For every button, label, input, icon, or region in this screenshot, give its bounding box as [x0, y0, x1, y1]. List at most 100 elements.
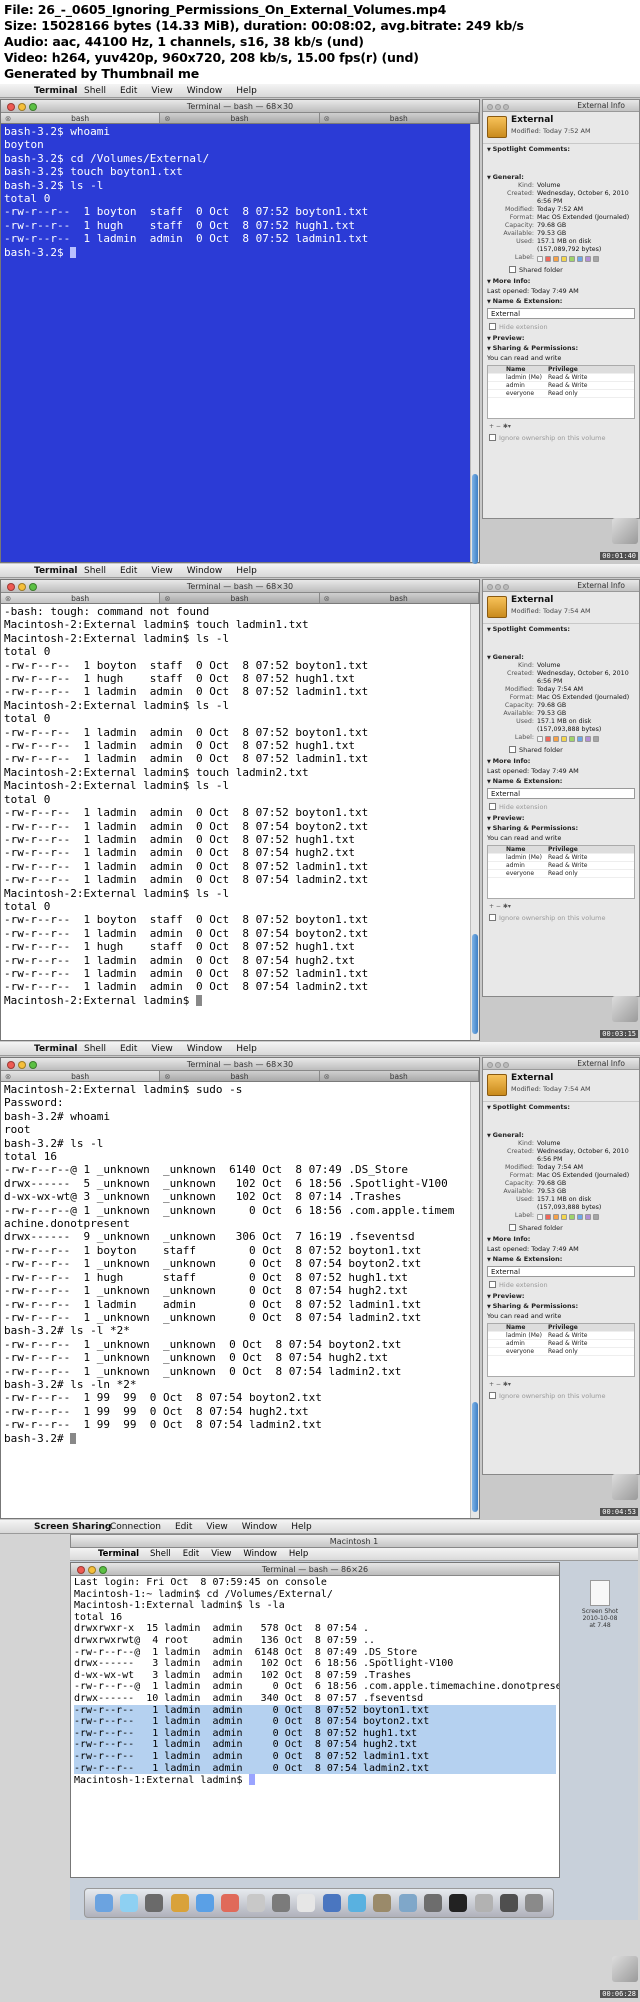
name-extension-section[interactable]: Name & Extension: — [483, 296, 639, 306]
tab-close-icon[interactable]: ⊗ — [324, 113, 330, 124]
dock-app-icon[interactable] — [322, 1894, 341, 1912]
dock-app-icon[interactable] — [246, 1894, 265, 1912]
dock-app-icon[interactable] — [221, 1894, 240, 1912]
menu-view[interactable]: View — [151, 1044, 172, 1054]
zoom-button[interactable] — [29, 1061, 37, 1069]
label-color-swatch[interactable] — [545, 1214, 551, 1220]
terminal-output[interactable]: -bash: tough: command not found Macintos… — [1, 604, 479, 1040]
minimize-button[interactable] — [495, 104, 501, 110]
close-button[interactable] — [487, 104, 493, 110]
terminal-window[interactable]: Terminal — bash — 68×30 ⊗ bash ⊗ bash ⊗ bash … — [0, 1057, 480, 1519]
label-colors[interactable] — [537, 1212, 635, 1222]
desktop-file-icon[interactable]: Screen Shot 2010-10-08 at 7.48 — [580, 1580, 620, 1629]
shared-folder-checkbox[interactable]: Shared folder — [483, 744, 639, 756]
general-section[interactable]: General: — [483, 652, 639, 662]
terminal-tab[interactable]: ⊗ bash — [1, 1071, 161, 1081]
ignore-ownership-checkbox[interactable]: Ignore ownership on this volume — [483, 432, 639, 444]
remote-menu-edit[interactable]: Edit — [183, 1549, 199, 1559]
label-color-swatch[interactable] — [585, 1214, 591, 1220]
general-section[interactable]: General: — [483, 1130, 639, 1140]
info-panel-titlebar[interactable]: External Info — [483, 100, 639, 112]
terminal-scrollbar[interactable] — [470, 1082, 479, 1518]
screen-sharing-titlebar[interactable]: Macintosh 1 — [70, 1534, 638, 1548]
scrollbar-thumb[interactable] — [472, 1402, 478, 1512]
shared-folder-checkbox[interactable]: Shared folder — [483, 264, 639, 276]
close-button[interactable] — [487, 584, 493, 590]
hide-extension-checkbox[interactable]: Hide extension — [483, 801, 639, 813]
permissions-buttons[interactable]: + − ✱▾ — [483, 1379, 639, 1390]
dock-app-icon[interactable] — [297, 1894, 316, 1912]
menu-window[interactable]: Window — [187, 566, 223, 576]
permissions-buttons[interactable]: + − ✱▾ — [483, 901, 639, 912]
terminal-output[interactable]: bash-3.2$ whoami boyton bash-3.2$ cd /Vo… — [1, 124, 479, 562]
name-extension-section[interactable]: Name & Extension: — [483, 776, 639, 786]
tab-close-icon[interactable]: ⊗ — [164, 593, 170, 604]
scrollbar-thumb[interactable] — [472, 474, 478, 564]
menu-edit[interactable]: Edit — [120, 566, 137, 576]
dock-app-icon[interactable] — [195, 1894, 214, 1912]
label-color-swatch[interactable] — [561, 1214, 567, 1220]
zoom-button[interactable] — [99, 1566, 107, 1574]
name-field[interactable]: External — [487, 308, 635, 319]
label-color-swatch[interactable] — [593, 256, 599, 262]
more-info-section[interactable]: More Info: — [483, 1234, 639, 1244]
menu-edit[interactable]: Edit — [120, 86, 137, 96]
dock-app-icon[interactable] — [398, 1894, 417, 1912]
zoom-button[interactable] — [503, 104, 509, 110]
menu-shell[interactable]: Shell — [84, 1044, 106, 1054]
permission-row[interactable]: admin Read & Write — [488, 862, 634, 870]
terminal-tab[interactable]: ⊗ bash — [320, 593, 479, 603]
dock-app-icon[interactable] — [347, 1894, 366, 1912]
dock-app-icon[interactable] — [499, 1894, 518, 1912]
shared-folder-checkbox[interactable]: Shared folder — [483, 1222, 639, 1234]
remote-menu-app[interactable]: Terminal — [98, 1548, 139, 1561]
label-color-swatch[interactable] — [553, 736, 559, 742]
label-color-swatch[interactable] — [545, 736, 551, 742]
menu-connection[interactable]: Connection — [110, 1522, 161, 1532]
terminal-tab[interactable]: ⊗ bash — [1, 593, 161, 604]
spotlight-section[interactable]: Spotlight Comments: — [483, 144, 639, 154]
minimize-button[interactable] — [88, 1566, 96, 1574]
dock-app-icon[interactable] — [119, 1894, 138, 1912]
label-color-swatch[interactable] — [537, 736, 543, 742]
terminal-output[interactable]: Macintosh-2:External ladmin$ sudo -s Pas… — [1, 1082, 479, 1518]
general-section[interactable]: General: — [483, 172, 639, 182]
label-color-swatch[interactable] — [569, 256, 575, 262]
dock-app-icon[interactable] — [271, 1894, 290, 1912]
menu-help[interactable]: Help — [236, 566, 257, 576]
permission-row[interactable]: ladmin (Me) Read & Write — [488, 1332, 634, 1340]
menu-help[interactable]: Help — [291, 1522, 312, 1532]
ignore-ownership-checkbox[interactable]: Ignore ownership on this volume — [483, 1390, 639, 1402]
menu-app-name[interactable]: Terminal — [34, 564, 78, 578]
preview-section[interactable]: Preview: — [483, 1291, 639, 1301]
permission-row[interactable]: everyone Read only — [488, 390, 634, 398]
label-color-swatch[interactable] — [561, 736, 567, 742]
terminal-tab[interactable]: ⊗ bash — [160, 593, 320, 604]
menu-help[interactable]: Help — [236, 86, 257, 96]
zoom-button[interactable] — [503, 1062, 509, 1068]
preview-section[interactable]: Preview: — [483, 333, 639, 343]
menu-view[interactable]: View — [151, 566, 172, 576]
label-color-swatch[interactable] — [553, 1214, 559, 1220]
label-color-swatch[interactable] — [593, 1214, 599, 1220]
menu-app-name[interactable]: Terminal — [34, 84, 78, 98]
spotlight-section[interactable]: Spotlight Comments: — [483, 624, 639, 634]
dock-app-icon[interactable] — [474, 1894, 493, 1912]
scrollbar-thumb[interactable] — [472, 934, 478, 1034]
remote-menu-shell[interactable]: Shell — [150, 1549, 171, 1559]
zoom-button[interactable] — [29, 583, 37, 591]
dock-app-icon[interactable] — [525, 1894, 544, 1912]
spotlight-section[interactable]: Spotlight Comments: — [483, 1102, 639, 1112]
terminal-tab[interactable]: ⊗ bash — [160, 113, 320, 123]
terminal-tab[interactable]: ⊗ bash — [160, 1071, 320, 1081]
info-panel-titlebar[interactable]: External Info — [483, 1058, 639, 1070]
name-field[interactable]: External — [487, 788, 635, 799]
dock-app-icon[interactable] — [94, 1894, 113, 1912]
sharing-section[interactable]: Sharing & Permissions: — [483, 1301, 639, 1311]
close-button[interactable] — [7, 583, 15, 591]
menu-app-name[interactable]: Terminal — [34, 1042, 78, 1056]
tab-close-icon[interactable]: ⊗ — [324, 593, 330, 604]
tab-close-icon[interactable]: ⊗ — [5, 593, 11, 604]
terminal-tab[interactable]: ⊗ bash — [320, 113, 479, 123]
label-colors[interactable] — [537, 734, 635, 744]
